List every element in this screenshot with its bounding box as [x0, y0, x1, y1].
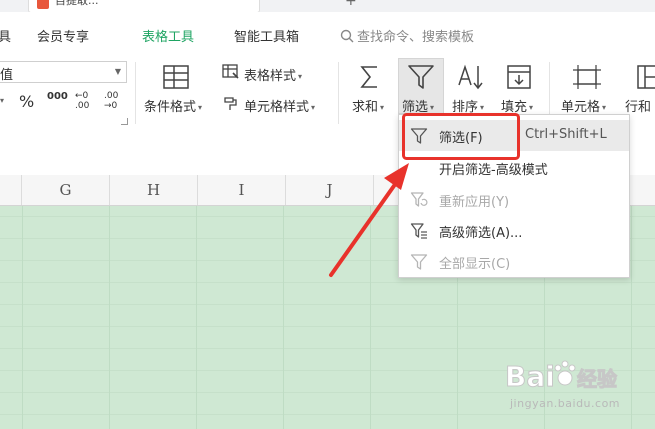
annotation-arrow-head — [384, 163, 409, 190]
paw-icon — [554, 360, 576, 386]
watermark-url: jingyan.baidu.com — [510, 397, 621, 410]
watermark-brand: Bai — [505, 360, 555, 393]
watermark-suffix: 经验 — [577, 367, 617, 391]
highlight-box — [402, 113, 520, 160]
baidu-jingyan-watermark: Bai 经验 — [505, 360, 618, 394]
annotation-arrow-shaft — [329, 181, 398, 277]
